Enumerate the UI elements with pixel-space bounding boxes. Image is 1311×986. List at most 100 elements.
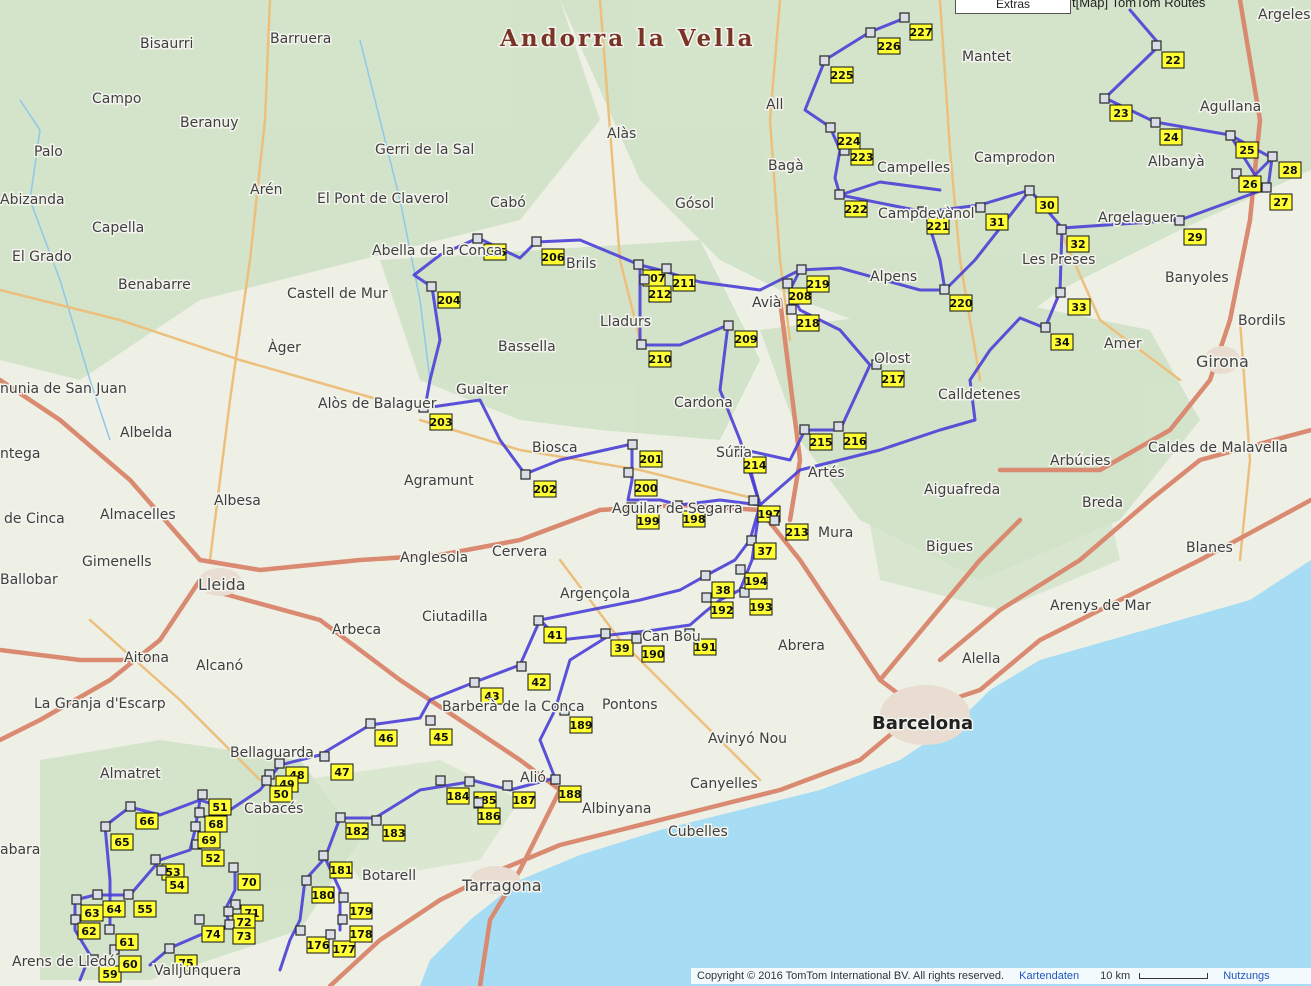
- svg-text:65: 65: [114, 836, 129, 849]
- place-label: Artés: [808, 465, 845, 481]
- place-label: Gimenells: [82, 554, 152, 570]
- svg-text:227: 227: [910, 26, 933, 39]
- place-label: Bellaguarda: [230, 745, 314, 761]
- copyright-text: Copyright © 2016 TomTom International BV…: [697, 970, 1005, 982]
- svg-text:63: 63: [84, 907, 99, 920]
- svg-text:211: 211: [673, 277, 696, 290]
- place-label: Avinyó Nou: [708, 731, 787, 747]
- svg-text:190: 190: [642, 648, 665, 661]
- svg-text:31: 31: [989, 216, 1004, 229]
- svg-text:182: 182: [346, 825, 369, 838]
- place-label: Barberà de la Conca: [442, 699, 585, 715]
- place-label: Valljunquera: [154, 963, 241, 979]
- place-label: Campelles: [877, 160, 950, 176]
- place-label: Brils: [566, 256, 596, 272]
- place-label: Blanes: [1186, 540, 1233, 556]
- place-label: Bassella: [498, 339, 556, 355]
- svg-text:74: 74: [205, 928, 221, 941]
- svg-text:61: 61: [119, 936, 134, 949]
- svg-text:216: 216: [844, 435, 867, 448]
- map-title: t[Map] TomTom Routes: [1072, 0, 1206, 10]
- place-label: Breda: [1082, 495, 1123, 511]
- place-label: Banyoles: [1165, 270, 1229, 286]
- svg-text:64: 64: [106, 903, 122, 916]
- place-label: Cubelles: [668, 824, 728, 840]
- place-label: Lladurs: [600, 314, 651, 330]
- svg-text:209: 209: [735, 333, 758, 346]
- place-label: Albelda: [120, 425, 172, 441]
- place-label: Bisaurri: [140, 36, 193, 52]
- svg-text:178: 178: [350, 928, 373, 941]
- place-label: Avià: [752, 295, 782, 311]
- place-label: Bagà: [768, 158, 804, 174]
- svg-text:176: 176: [307, 939, 330, 952]
- place-label: Arenys de Mar: [1050, 598, 1151, 614]
- place-label: Caldes de Malavella: [1148, 440, 1288, 456]
- svg-text:222: 222: [845, 203, 868, 216]
- svg-text:215: 215: [810, 436, 833, 449]
- svg-text:25: 25: [1239, 144, 1254, 157]
- place-label: Barruera: [270, 31, 331, 47]
- svg-text:192: 192: [711, 604, 734, 617]
- place-label: Alàs: [607, 126, 636, 142]
- place-label: Bordils: [1238, 313, 1286, 329]
- place-label: Albesa: [214, 493, 261, 509]
- place-label: Calldetenes: [938, 387, 1021, 403]
- place-label: All: [766, 97, 783, 113]
- svg-text:29: 29: [1187, 231, 1202, 244]
- svg-text:200: 200: [635, 482, 658, 495]
- svg-text:68: 68: [208, 818, 223, 831]
- place-label: Lleida: [198, 575, 246, 594]
- svg-text:223: 223: [851, 151, 874, 164]
- place-label: Aitona: [124, 650, 169, 666]
- place-label: Abrera: [778, 638, 825, 654]
- svg-text:46: 46: [378, 732, 394, 745]
- place-label: Albinyana: [582, 801, 651, 817]
- svg-text:189: 189: [570, 719, 593, 732]
- place-label: ntega: [0, 446, 40, 462]
- svg-text:42: 42: [531, 676, 546, 689]
- map-canvas[interactable]: 22 23 24 25 26 27 28 29 30 31 32 33 34 3…: [0, 0, 1311, 986]
- place-label: Alella: [962, 651, 1000, 667]
- svg-text:51: 51: [212, 801, 227, 814]
- place-label: Albanyà: [1148, 154, 1205, 170]
- svg-text:26: 26: [1242, 178, 1258, 191]
- place-label: Bigues: [926, 539, 973, 555]
- svg-text:52: 52: [205, 852, 220, 865]
- terms-link[interactable]: Nutzungs: [1217, 970, 1275, 982]
- svg-text:194: 194: [745, 575, 768, 588]
- svg-text:218: 218: [797, 317, 820, 330]
- place-label: Botarell: [362, 868, 416, 884]
- place-label: Anglesola: [400, 550, 468, 566]
- extras-button[interactable]: Extras: [955, 0, 1071, 14]
- place-label: Olost: [874, 351, 911, 367]
- svg-text:193: 193: [750, 601, 773, 614]
- svg-text:219: 219: [807, 278, 830, 291]
- place-label: Ciutadilla: [422, 609, 488, 625]
- place-label: Aguilar de Segarra: [612, 501, 743, 517]
- svg-text:45: 45: [433, 731, 448, 744]
- place-label: Alòs de Balaguer: [318, 396, 437, 412]
- place-label: Agramunt: [404, 473, 474, 489]
- place-label: abara: [0, 842, 40, 858]
- place-label: Mantet: [962, 49, 1012, 65]
- place-label: nunia de San Juan: [0, 381, 127, 397]
- place-label: Capella: [92, 220, 144, 236]
- place-label: Gósol: [675, 196, 714, 212]
- svg-text:224: 224: [838, 135, 861, 148]
- place-label: Beranuy: [180, 115, 239, 131]
- svg-text:70: 70: [241, 876, 257, 889]
- svg-text:69: 69: [201, 834, 216, 847]
- svg-text:226: 226: [878, 40, 901, 53]
- map-data-link[interactable]: Kartendaten: [1013, 970, 1085, 982]
- place-label: Almatret: [100, 766, 161, 782]
- svg-text:177: 177: [333, 943, 356, 956]
- place-label: Arén: [250, 182, 283, 198]
- svg-text:213: 213: [786, 526, 809, 539]
- scale-bar: [1139, 973, 1209, 980]
- place-label: Palo: [34, 144, 63, 160]
- svg-text:27: 27: [1273, 196, 1288, 209]
- place-label: Pontons: [602, 697, 658, 713]
- place-label: Argeles: [1258, 7, 1310, 23]
- svg-text:203: 203: [430, 416, 453, 429]
